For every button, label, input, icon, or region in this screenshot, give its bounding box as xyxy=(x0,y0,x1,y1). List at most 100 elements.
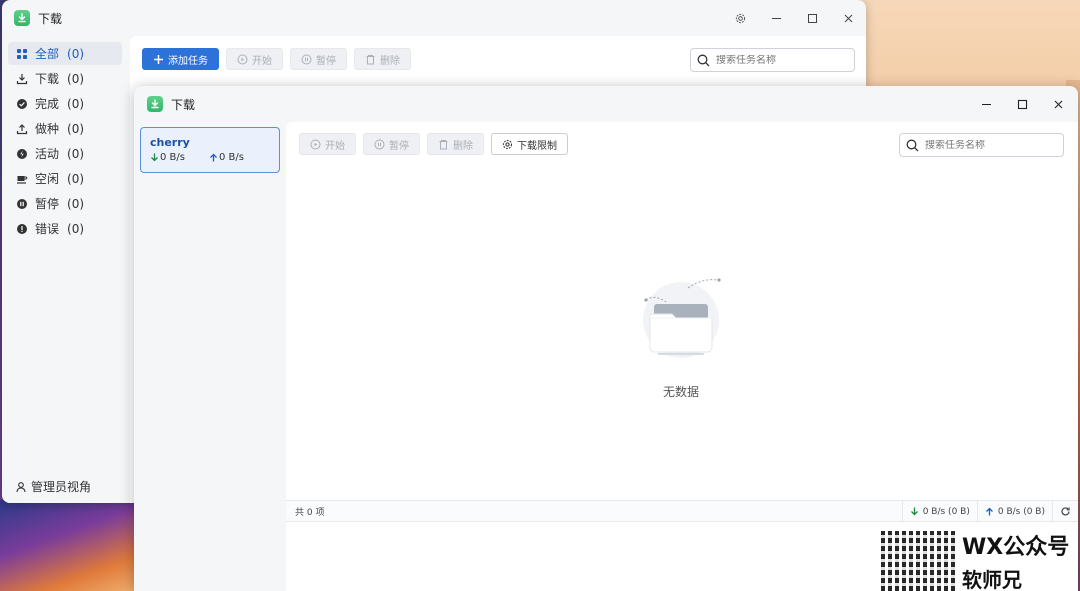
start-button[interactable]: 开始 xyxy=(299,133,356,155)
minimize-icon xyxy=(981,103,991,105)
search-box[interactable] xyxy=(690,48,855,72)
maximize-icon xyxy=(1017,99,1027,109)
play-circle-icon xyxy=(310,139,321,149)
empty-folder-icon xyxy=(643,278,721,358)
sidebar-item-count: (0) xyxy=(67,121,85,136)
window-controls xyxy=(722,0,866,36)
settings-button[interactable] xyxy=(722,0,758,36)
sidebar-item-label: 暂停 xyxy=(35,197,60,211)
search-box[interactable] xyxy=(899,133,1064,157)
sidebar-item-label: 下载 xyxy=(35,72,60,86)
arrow-up-icon xyxy=(985,507,993,516)
search-input[interactable] xyxy=(925,139,1045,151)
check-circle-icon xyxy=(16,98,28,110)
delete-button[interactable]: 删除 xyxy=(427,133,484,155)
pause-icon xyxy=(301,54,312,64)
close-icon xyxy=(1054,100,1062,108)
sidebar-item-label: 错误 xyxy=(35,222,60,236)
watermark-line2: 软师兄 xyxy=(962,568,1022,591)
sidebar-item-completed[interactable]: 完成 (0) xyxy=(8,92,122,115)
close-button[interactable] xyxy=(830,0,866,36)
delete-label: 删除 xyxy=(453,140,473,152)
down-speed-value: 0 B/s xyxy=(160,152,185,163)
start-button[interactable]: 开始 xyxy=(226,48,283,70)
refresh-button[interactable] xyxy=(1052,501,1078,522)
add-task-button[interactable]: 添加任务 xyxy=(142,48,219,70)
sidebar-item-idle[interactable]: 空闲 (0) xyxy=(8,167,122,190)
trash-icon xyxy=(366,54,375,64)
status-right: 0 B/s (0 B) 0 B/s (0 B) xyxy=(901,501,1078,522)
sidebar-item-count: (0) xyxy=(67,46,85,61)
task-count: 共 0 项 xyxy=(295,507,325,518)
window-controls xyxy=(968,86,1076,122)
delete-button[interactable]: 删除 xyxy=(354,48,411,70)
sidebar-item-paused[interactable]: 暂停 (0) xyxy=(8,192,122,215)
user-icon xyxy=(16,481,26,492)
plus-icon xyxy=(154,54,163,64)
pause-icon xyxy=(374,139,385,149)
start-label: 开始 xyxy=(325,140,345,152)
sidebar-item-count: (0) xyxy=(67,71,85,86)
download-app-icon xyxy=(14,10,30,26)
activity-icon xyxy=(16,148,28,160)
minimize-icon xyxy=(771,17,781,19)
error-circle-icon xyxy=(16,223,28,235)
status-bar: 共 0 项 0 B/s (0 B) 0 B/s (0 B) xyxy=(286,500,1078,522)
sidebar-item-count: (0) xyxy=(67,221,85,236)
maximize-button[interactable] xyxy=(794,0,830,36)
sidebar-item-downloading[interactable]: 下载 (0) xyxy=(8,67,122,90)
download-window-front: 下载 cherry 0 B/s 0 B/s 开始 暂停 删除 下载限制 搜索任务… xyxy=(134,86,1078,591)
up-speed-value: 0 B/s xyxy=(218,152,244,163)
speed-limit-button[interactable]: 下载限制 xyxy=(491,133,568,155)
pause-button[interactable]: 暂停 xyxy=(290,48,347,70)
gear-icon xyxy=(735,13,745,23)
watermark-line1: WX公众号 xyxy=(962,535,1070,560)
task-panel-front: 开始 暂停 删除 下载限制 搜索任务名称 无数据 共 0 项 0 B/s (0 … xyxy=(286,122,1078,591)
sidebar-item-seeding[interactable]: 做种 (0) xyxy=(8,117,122,140)
sidebar-item-label: 活动 xyxy=(35,147,60,161)
maximize-button[interactable] xyxy=(1004,86,1040,122)
titlebar: 下载 xyxy=(134,86,1078,122)
admin-view-toggle[interactable]: 管理员视角 xyxy=(16,478,91,495)
task-toolbar: 开始 暂停 删除 下载限制 xyxy=(299,133,568,155)
pause-label: 暂停 xyxy=(389,140,409,152)
sidebar-item-count: (0) xyxy=(67,96,85,111)
play-circle-icon xyxy=(237,54,248,64)
search-input[interactable] xyxy=(716,54,836,66)
sidebar-item-count: (0) xyxy=(67,171,85,186)
window-title: 下载 xyxy=(171,97,196,112)
device-card-cherry[interactable]: cherry 0 B/s 0 B/s xyxy=(140,127,280,173)
download-app-icon xyxy=(147,96,163,112)
admin-view-label: 管理员视角 xyxy=(31,480,92,494)
gear-icon xyxy=(502,139,513,149)
sidebar-item-all[interactable]: 全部 (0) xyxy=(8,42,122,65)
minimize-button[interactable] xyxy=(758,0,794,36)
trash-icon xyxy=(439,139,448,149)
add-task-label: 添加任务 xyxy=(168,55,208,67)
pause-circle-icon xyxy=(16,198,28,210)
upload-icon xyxy=(16,123,28,135)
pause-button[interactable]: 暂停 xyxy=(363,133,420,155)
desktop-wallpaper-corner xyxy=(0,500,140,591)
sidebar-item-label: 做种 xyxy=(35,122,60,136)
status-up-value: 0 B/s (0 B) xyxy=(997,506,1045,517)
maximize-icon xyxy=(807,13,817,23)
speed-limit-label: 下载限制 xyxy=(517,140,557,152)
empty-message: 无数据 xyxy=(662,385,699,399)
arrow-down-icon xyxy=(151,153,158,162)
device-name: cherry xyxy=(150,136,190,149)
up-speed: 0 B/s xyxy=(209,152,244,163)
status-up: 0 B/s (0 B) xyxy=(976,501,1052,522)
minimize-button[interactable] xyxy=(968,86,1004,122)
delete-label: 删除 xyxy=(380,55,400,67)
refresh-icon xyxy=(1061,507,1070,516)
empty-state: 无数据 xyxy=(616,272,746,400)
task-toolbar: 添加任务 开始 暂停 删除 xyxy=(142,48,411,70)
sidebar-item-active[interactable]: 活动 (0) xyxy=(8,142,122,165)
status-down: 0 B/s (0 B) xyxy=(901,501,977,522)
down-speed: 0 B/s xyxy=(150,152,185,163)
device-speeds: 0 B/s 0 B/s xyxy=(150,152,270,163)
close-button[interactable] xyxy=(1040,86,1076,122)
download-icon xyxy=(16,73,28,85)
sidebar-item-error[interactable]: 错误 (0) xyxy=(8,217,122,240)
